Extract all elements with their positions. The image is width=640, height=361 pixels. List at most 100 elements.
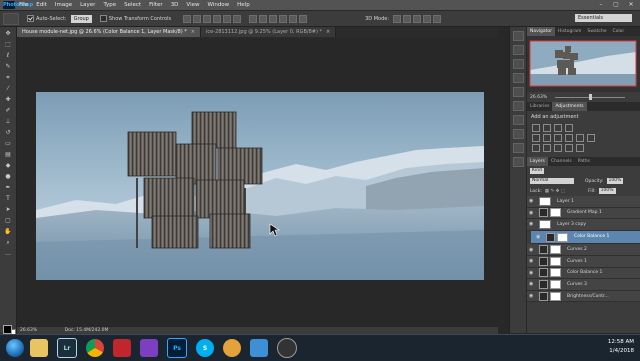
visibility-eye-icon[interactable]: ◉ bbox=[529, 247, 535, 253]
tab-adjustments[interactable]: Adjustments bbox=[552, 102, 587, 111]
navigator-preview[interactable] bbox=[527, 36, 640, 92]
brush-tool-icon[interactable]: ✐ bbox=[3, 106, 13, 115]
layer-mask-thumbnail[interactable] bbox=[550, 208, 561, 218]
menu-file[interactable]: File bbox=[19, 2, 28, 8]
layer-mask-thumbnail[interactable] bbox=[557, 232, 568, 242]
eyedropper-tool-icon[interactable]: ⁄ bbox=[3, 84, 13, 93]
tab-libraries[interactable]: Libraries bbox=[527, 102, 552, 111]
distribute-right-icon[interactable] bbox=[299, 14, 308, 23]
navigator-zoom-value[interactable]: 26.63% bbox=[530, 95, 547, 100]
layer-row[interactable]: ◉ Color Balance 1 bbox=[527, 267, 640, 280]
exposure-icon[interactable] bbox=[565, 124, 573, 132]
layer-row[interactable]: ◉ Curves 3 bbox=[527, 279, 640, 291]
align-bottom-icon[interactable] bbox=[203, 14, 212, 23]
tab-house-module[interactable]: House module-net.jpg @ 26.6% (Color Bala… bbox=[17, 27, 201, 37]
layer-thumbnail[interactable] bbox=[539, 196, 551, 206]
3d-pan-icon[interactable] bbox=[413, 14, 422, 23]
layer-row[interactable]: ◉ Curves 2 bbox=[527, 244, 640, 256]
visibility-eye-icon[interactable]: ◉ bbox=[536, 234, 542, 240]
menu-3d[interactable]: 3D bbox=[171, 2, 179, 8]
adjustment-layer-icon[interactable] bbox=[539, 279, 548, 289]
visibility-eye-icon[interactable]: ◉ bbox=[529, 258, 535, 264]
align-top-icon[interactable] bbox=[183, 14, 192, 23]
screen-icon[interactable] bbox=[250, 339, 268, 357]
zoom-tool-icon[interactable]: ⌕ bbox=[3, 238, 13, 247]
actions-panel-icon[interactable] bbox=[512, 143, 524, 153]
3d-slide-icon[interactable] bbox=[423, 14, 432, 23]
tab-navigator[interactable]: Navigator bbox=[527, 27, 556, 36]
navigator-zoom-slider[interactable] bbox=[555, 93, 626, 100]
fill-input[interactable]: 100% bbox=[598, 188, 616, 194]
adjustment-layer-icon[interactable] bbox=[539, 208, 548, 218]
system-clock[interactable]: 12:58 AM 1/4/2018 bbox=[608, 338, 634, 356]
menu-image[interactable]: Image bbox=[55, 2, 72, 8]
align-center-icon[interactable] bbox=[223, 14, 232, 23]
zoom-level[interactable]: 26.63% bbox=[20, 328, 37, 333]
menu-view[interactable]: View bbox=[186, 2, 199, 8]
adjustment-layer-icon[interactable] bbox=[546, 232, 555, 242]
kind-filter-dropdown[interactable]: Kind bbox=[530, 168, 544, 174]
lasso-tool-icon[interactable]: ℓ bbox=[3, 51, 13, 60]
eraser-tool-icon[interactable]: ▭ bbox=[3, 139, 13, 148]
dodge-tool-icon[interactable]: ● bbox=[3, 172, 13, 181]
3d-roll-icon[interactable] bbox=[403, 14, 412, 23]
channel-mixer-icon[interactable] bbox=[587, 134, 595, 142]
layer-row[interactable]: ◉ Brightness/Contr... bbox=[527, 290, 640, 303]
menu-filter[interactable]: Filter bbox=[149, 2, 163, 8]
layer-mask-thumbnail[interactable] bbox=[550, 245, 561, 255]
tab-swatches[interactable]: Swatche bbox=[584, 27, 609, 36]
layer-row[interactable]: ◉ Curves 1 bbox=[527, 255, 640, 268]
character-panel-icon[interactable] bbox=[512, 101, 524, 111]
properties-panel-icon[interactable] bbox=[512, 45, 524, 55]
image-canvas[interactable] bbox=[36, 92, 484, 280]
path-select-tool-icon[interactable]: ➤ bbox=[3, 205, 13, 214]
tool-presets-panel-icon[interactable] bbox=[512, 129, 524, 139]
distribute-top-icon[interactable] bbox=[249, 14, 258, 23]
menu-layer[interactable]: Layer bbox=[80, 2, 95, 8]
close-tab-icon[interactable]: × bbox=[326, 29, 330, 35]
visibility-eye-icon[interactable]: ◉ bbox=[529, 293, 535, 299]
layer-mask-thumbnail[interactable] bbox=[550, 279, 561, 289]
paragraph-panel-icon[interactable] bbox=[512, 115, 524, 125]
more-tools-icon[interactable]: … bbox=[3, 249, 13, 258]
align-left-icon[interactable] bbox=[213, 14, 222, 23]
type-tool-icon[interactable]: T bbox=[3, 194, 13, 203]
brush-panel-icon[interactable] bbox=[512, 73, 524, 83]
tab-paths[interactable]: Paths bbox=[575, 157, 593, 166]
transform-controls-checkbox[interactable] bbox=[99, 15, 107, 22]
layer-row[interactable]: ◉ Layer 1 bbox=[527, 196, 640, 208]
history-panel-icon[interactable] bbox=[512, 31, 524, 41]
layer-row[interactable]: ◉ Layer 3 copy bbox=[527, 219, 640, 231]
lock-icons[interactable]: ▦ ✎ ✥ ⬚ bbox=[545, 189, 565, 194]
blend-mode-dropdown[interactable]: Normal bbox=[530, 178, 574, 184]
photoshop-icon[interactable]: Ps bbox=[167, 338, 187, 358]
photo-filter-icon[interactable] bbox=[576, 134, 584, 142]
move-tool-preset-icon[interactable] bbox=[3, 12, 19, 25]
chrome-icon[interactable] bbox=[86, 339, 104, 357]
vivaldi-icon[interactable] bbox=[113, 339, 131, 357]
menu-window[interactable]: Window bbox=[207, 2, 229, 8]
threshold-icon[interactable] bbox=[554, 144, 562, 152]
menu-edit[interactable]: Edit bbox=[36, 2, 47, 8]
visibility-eye-icon[interactable]: ◉ bbox=[529, 198, 535, 204]
info-panel-icon[interactable] bbox=[512, 59, 524, 69]
tab-histogram[interactable]: Histogram bbox=[555, 27, 584, 36]
gradient-map-icon[interactable] bbox=[565, 144, 573, 152]
document-size[interactable]: Doc: 15.4M/242.0M bbox=[65, 328, 109, 333]
layer-row[interactable]: ◉ Gradient Map 1 bbox=[527, 207, 640, 220]
clone-source-panel-icon[interactable] bbox=[512, 157, 524, 167]
3d-scale-icon[interactable] bbox=[433, 14, 442, 23]
align-right-icon[interactable] bbox=[233, 14, 242, 23]
adjustment-layer-icon[interactable] bbox=[539, 245, 548, 255]
shape-tool-icon[interactable]: ▢ bbox=[3, 216, 13, 225]
adjustment-layer-icon[interactable] bbox=[539, 291, 548, 301]
invert-icon[interactable] bbox=[532, 144, 540, 152]
close-tab-icon[interactable]: × bbox=[191, 29, 195, 35]
visibility-eye-icon[interactable]: ◉ bbox=[529, 210, 535, 216]
auto-select-target-dropdown[interactable]: Group bbox=[70, 14, 92, 23]
app-v-icon[interactable] bbox=[140, 339, 158, 357]
distribute-left-icon[interactable] bbox=[279, 14, 288, 23]
tab-color[interactable]: Color bbox=[610, 27, 628, 36]
distribute-middle-icon[interactable] bbox=[259, 14, 268, 23]
menu-select[interactable]: Select bbox=[124, 2, 141, 8]
